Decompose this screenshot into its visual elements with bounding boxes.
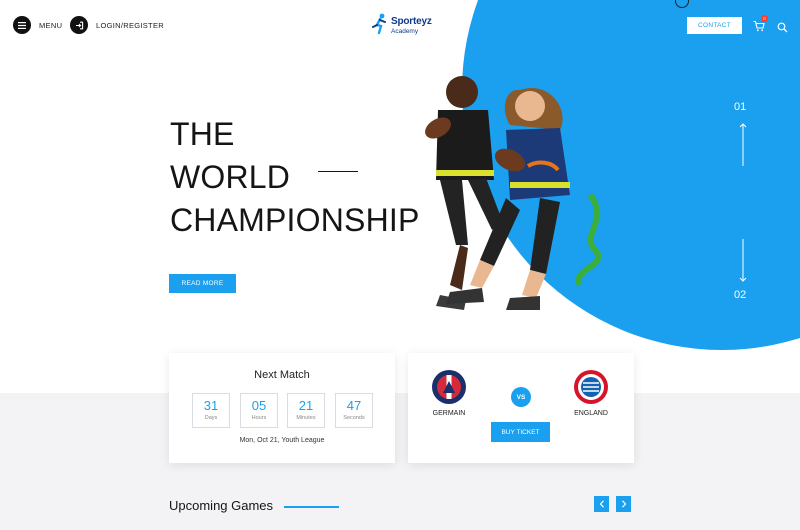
upcoming-prev-button[interactable] — [594, 496, 609, 512]
countdown-unit: Minutes — [296, 415, 316, 421]
countdown-unit: Hours — [251, 415, 267, 421]
away-team-crest-icon[interactable] — [573, 369, 609, 405]
chevron-left-icon — [599, 500, 604, 508]
slide-down-button[interactable] — [736, 237, 750, 283]
match-date: Mon, Oct 21, Youth League — [239, 437, 325, 444]
countdown-seconds: 47 Seconds — [335, 393, 373, 428]
chevron-right-icon — [621, 500, 626, 508]
countdown-minutes: 21 Minutes — [287, 393, 325, 428]
countdown-value: 47 — [346, 398, 362, 413]
countdown-value: 05 — [251, 398, 267, 413]
contact-button[interactable]: CONTACT — [687, 17, 742, 34]
hero-title: THE WORLD CHAMPIONSHIP — [170, 113, 420, 242]
countdown-unit: Seconds — [343, 415, 365, 421]
logo-sub: Academy — [391, 28, 419, 35]
page: MENU LOGIN/REGISTER Sporteyz Academy CON… — [0, 0, 800, 530]
vs-badge: VS — [511, 387, 531, 407]
login-register-button[interactable]: LOGIN/REGISTER — [70, 16, 164, 34]
arrow-up-icon — [739, 123, 747, 166]
next-match-card: Next Match 31 Days 05 Hours 21 Minutes 4… — [169, 353, 395, 463]
login-icon — [70, 16, 88, 34]
menu-button[interactable]: MENU — [13, 16, 62, 34]
menu-label: MENU — [39, 20, 63, 30]
upcoming-games-title: Upcoming Games — [169, 498, 274, 513]
buy-ticket-button[interactable]: BUY TICKET — [491, 422, 550, 442]
search-icon — [777, 22, 788, 33]
upcoming-next-button[interactable] — [616, 496, 631, 512]
home-team-crest-icon[interactable] — [431, 369, 467, 405]
grey-band — [0, 393, 800, 530]
countdown-value: 21 — [298, 398, 314, 413]
hero-title-line: WORLD — [170, 159, 291, 195]
hero-title-line: CHAMPIONSHIP — [170, 202, 420, 238]
arrow-down-icon — [739, 239, 747, 282]
countdown-hours: 05 Hours — [240, 393, 278, 428]
hamburger-icon — [13, 16, 31, 34]
read-more-button[interactable]: READ MORE — [169, 274, 236, 293]
runner-logo-icon — [372, 13, 386, 34]
title-dash — [318, 171, 358, 173]
upcoming-underline — [284, 506, 339, 508]
countdown-days: 31 Days — [192, 393, 230, 428]
countdown-value: 31 — [203, 398, 219, 413]
slide-number-prev[interactable]: 01 — [734, 101, 746, 113]
logo-name: Sporteyz — [391, 16, 432, 27]
hero-players-image — [425, 76, 602, 310]
slide-up-button[interactable] — [736, 122, 750, 168]
logo[interactable]: Sporteyz Academy — [372, 12, 432, 36]
home-team-name: GERMAIN — [432, 410, 466, 417]
search-button[interactable] — [777, 20, 788, 33]
slide-number-next[interactable]: 02 — [734, 289, 746, 301]
hero-title-line: THE — [170, 116, 235, 152]
cart-badge: 0 — [761, 15, 768, 22]
away-team-name: ENGLAND — [574, 410, 608, 417]
match-card: GERMAIN VS ENGLAND BUY TICKET — [408, 353, 634, 463]
login-label: LOGIN/REGISTER — [96, 20, 164, 30]
next-match-title: Next Match — [254, 369, 310, 381]
cart-button[interactable]: 0 — [753, 15, 768, 32]
countdown-unit: Days — [204, 415, 218, 421]
